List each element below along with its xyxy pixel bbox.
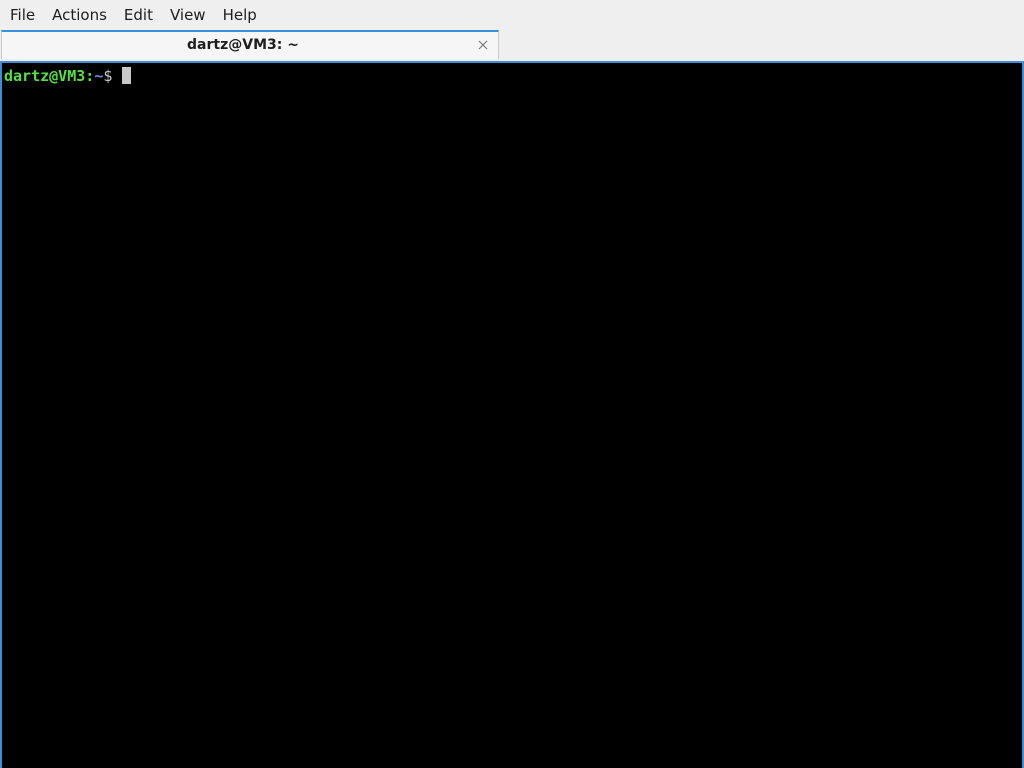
prompt-path: ~: [94, 67, 104, 85]
tab-title: dartz@VM3: ~: [187, 37, 299, 53]
menu-edit[interactable]: Edit: [118, 0, 159, 30]
prompt-user-host: dartz@VM3:: [4, 67, 95, 85]
terminal-window: File Actions Edit View Help dartz@VM3: ~…: [0, 0, 1024, 768]
menu-bar: File Actions Edit View Help: [0, 0, 1024, 30]
terminal-area[interactable]: dartz@VM3:~$: [0, 61, 1024, 768]
tab-terminal[interactable]: dartz@VM3: ~: [1, 30, 499, 59]
text-cursor: [122, 67, 132, 84]
menu-actions[interactable]: Actions: [46, 0, 113, 30]
close-icon[interactable]: [476, 38, 490, 52]
tab-bar: dartz@VM3: ~: [0, 30, 1024, 61]
menu-view[interactable]: View: [164, 0, 212, 30]
menu-file[interactable]: File: [4, 0, 41, 30]
prompt-line: dartz@VM3:~$: [4, 67, 132, 85]
prompt-sign: $: [103, 67, 113, 85]
menu-help[interactable]: Help: [217, 0, 263, 30]
